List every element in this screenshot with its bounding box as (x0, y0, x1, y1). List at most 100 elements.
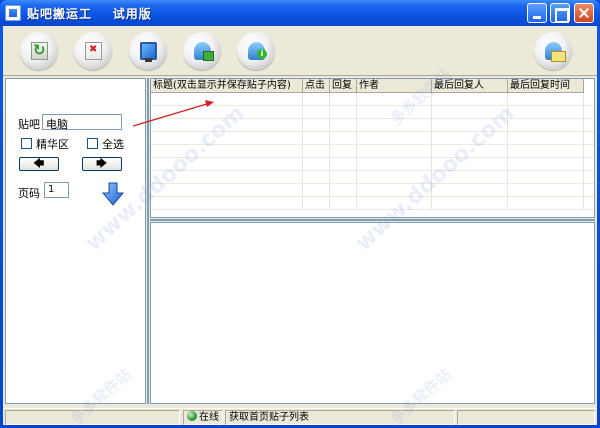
close-button[interactable] (574, 3, 594, 23)
table-cell (330, 184, 357, 197)
table-cell (357, 119, 432, 132)
essence-checkbox[interactable] (21, 138, 32, 149)
refresh-button[interactable] (20, 32, 58, 70)
table-cell (357, 197, 432, 210)
table-cell (432, 171, 508, 184)
table-cell (432, 145, 508, 158)
table-cell (330, 119, 357, 132)
table-cell (432, 106, 508, 119)
table-row[interactable] (151, 171, 594, 184)
table-cell (330, 145, 357, 158)
table-cell (508, 145, 584, 158)
table-cell (151, 132, 303, 145)
table-cell (330, 106, 357, 119)
table-cell (432, 119, 508, 132)
delete-document-icon (85, 42, 102, 60)
table-cell (508, 119, 584, 132)
table-cell (303, 158, 330, 171)
select-all-checkbox[interactable] (87, 138, 98, 149)
title-bar[interactable]: 贴吧搬运工 试用版 (0, 0, 600, 26)
page-input[interactable]: 1 (44, 182, 69, 198)
table-cell (330, 132, 357, 145)
page-label: 页码 (18, 187, 40, 200)
status-bar: 在线 获取首页贴子列表 (3, 408, 597, 425)
table-row[interactable] (151, 93, 594, 106)
delete-button[interactable] (74, 32, 112, 70)
grid-header: 标题(双击显示并保存贴子内容) 点击 回复 作者 最后回复人 最后回复时间 (151, 79, 584, 93)
minimize-button[interactable] (527, 3, 547, 23)
info-icon (248, 42, 267, 60)
user-icon (194, 42, 214, 61)
arrow-down-icon[interactable] (101, 182, 125, 206)
table-cell (330, 158, 357, 171)
mail-button[interactable] (534, 32, 572, 70)
arrow-left-icon: 🡄 (33, 157, 45, 170)
table-cell (303, 119, 330, 132)
table-row[interactable] (151, 132, 594, 145)
table-cell (303, 132, 330, 145)
mail-icon (545, 42, 566, 62)
table-cell (508, 132, 584, 145)
essence-label: 精华区 (36, 138, 69, 151)
client-area: 贴吧 电脑 精华区 全选 🡄 🡆 页码 1 (3, 26, 597, 428)
table-cell (357, 158, 432, 171)
table-row[interactable] (151, 158, 594, 171)
post-list-grid[interactable]: 标题(双击显示并保存贴子内容) 点击 回复 作者 最后回复人 最后回复时间 (150, 78, 595, 218)
prev-page-button[interactable]: 🡄 (19, 157, 59, 171)
info-button[interactable] (237, 32, 275, 70)
table-cell (151, 106, 303, 119)
table-cell (357, 93, 432, 106)
app-window: 贴吧搬运工 试用版 贴吧 (0, 0, 600, 428)
table-cell (151, 184, 303, 197)
col-clicks[interactable]: 点击 (303, 79, 330, 93)
table-cell (357, 145, 432, 158)
post-content-area[interactable] (150, 222, 595, 404)
table-cell (357, 184, 432, 197)
online-icon (187, 411, 197, 421)
online-label: 在线 (199, 412, 219, 423)
refresh-icon (31, 41, 48, 60)
table-row[interactable] (151, 106, 594, 119)
col-author[interactable]: 作者 (357, 79, 432, 93)
table-row[interactable] (151, 145, 594, 158)
forum-input[interactable]: 电脑 (42, 114, 122, 131)
table-row[interactable] (151, 184, 594, 197)
status-cell-right (457, 410, 595, 425)
table-cell (151, 119, 303, 132)
table-cell (151, 158, 303, 171)
table-cell (432, 184, 508, 197)
table-cell (357, 132, 432, 145)
next-page-button[interactable]: 🡆 (82, 157, 122, 171)
table-cell (303, 145, 330, 158)
table-cell (151, 197, 303, 210)
table-cell (151, 145, 303, 158)
table-cell (303, 184, 330, 197)
table-cell (303, 93, 330, 106)
col-last-reply-time[interactable]: 最后回复时间 (508, 79, 584, 93)
col-title[interactable]: 标题(双击显示并保存贴子内容) (151, 79, 303, 93)
col-replies[interactable]: 回复 (330, 79, 357, 93)
table-row[interactable] (151, 197, 594, 210)
app-icon[interactable] (5, 5, 21, 21)
table-cell (151, 171, 303, 184)
online-status: 在线 (183, 410, 223, 425)
select-all-label: 全选 (102, 138, 124, 151)
monitor-button[interactable] (129, 32, 167, 70)
table-cell (432, 197, 508, 210)
table-cell (508, 171, 584, 184)
user-button[interactable] (183, 32, 221, 70)
table-cell (303, 171, 330, 184)
table-cell (508, 106, 584, 119)
table-cell (303, 197, 330, 210)
window-title: 贴吧搬运工 试用版 (27, 7, 152, 21)
monitor-icon (140, 42, 157, 62)
table-cell (432, 158, 508, 171)
col-last-replier[interactable]: 最后回复人 (432, 79, 508, 93)
table-row[interactable] (151, 119, 594, 132)
table-cell (508, 184, 584, 197)
left-panel: 贴吧 电脑 精华区 全选 🡄 🡆 页码 1 (5, 78, 146, 404)
toolbar (3, 26, 597, 76)
status-cell-left (5, 410, 180, 425)
maximize-button[interactable] (550, 3, 570, 23)
status-message: 获取首页贴子列表 (225, 410, 455, 425)
